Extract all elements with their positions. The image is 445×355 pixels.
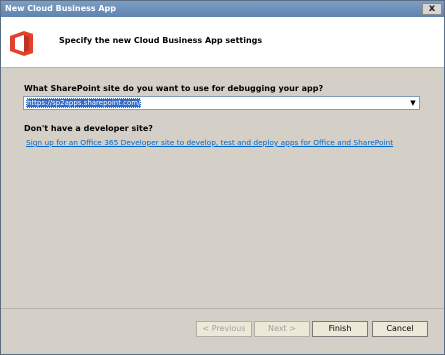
previous-button[interactable]: < Previous <box>196 321 252 337</box>
close-icon: x <box>428 3 436 14</box>
dialog-window: New Cloud Business App x Specify the new… <box>0 0 445 355</box>
footer-divider <box>1 308 444 309</box>
page-title: Specify the new Cloud Business App setti… <box>59 36 263 45</box>
title-bar: New Cloud Business App x <box>1 1 444 17</box>
window-title: New Cloud Business App <box>5 4 116 13</box>
signup-link[interactable]: Sign up for an Office 365 Developer site… <box>26 138 393 147</box>
close-button[interactable]: x <box>422 3 442 15</box>
dialog-content: What SharePoint site do you want to use … <box>1 68 444 354</box>
site-url-value[interactable]: https://sp2apps.sharepoint.com/ <box>26 98 142 108</box>
dialog-header: Specify the new Cloud Business App setti… <box>1 17 444 68</box>
site-url-combobox[interactable]: https://sp2apps.sharepoint.com/ ▼ <box>23 96 420 110</box>
dev-site-label: Don't have a developer site? <box>24 124 153 133</box>
chevron-down-icon[interactable]: ▼ <box>408 98 418 108</box>
site-question-label: What SharePoint site do you want to use … <box>24 84 324 93</box>
finish-button[interactable]: Finish <box>312 321 368 337</box>
office-logo-icon <box>10 31 33 56</box>
cancel-button[interactable]: Cancel <box>372 321 428 337</box>
next-button[interactable]: Next > <box>254 321 310 337</box>
